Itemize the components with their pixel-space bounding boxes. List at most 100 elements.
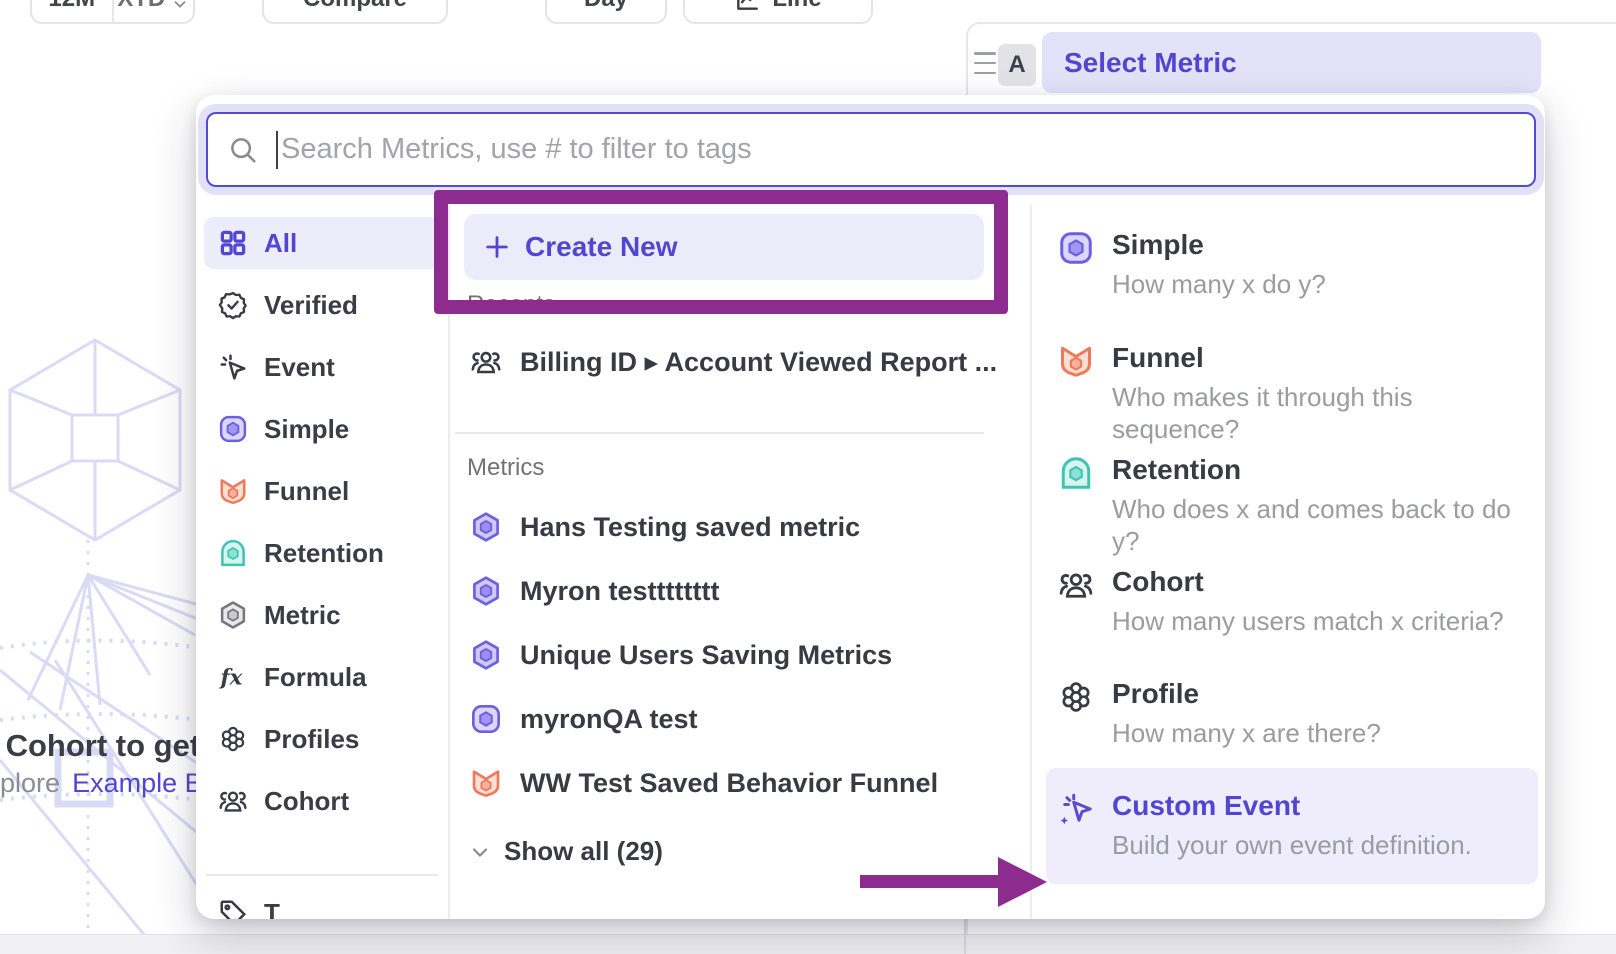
metric-list-item[interactable]: Unique Users Saving Metrics: [470, 639, 892, 671]
range-xtd-button[interactable]: XTD: [112, 0, 194, 22]
sidebar-label: Metric: [264, 600, 341, 631]
metric-item-label: myronQA test: [520, 704, 698, 735]
sidebar-item-all[interactable]: All: [204, 217, 440, 269]
saved-metric-icon: [470, 511, 502, 543]
type-title: Cohort: [1112, 565, 1504, 599]
app-root: 12M XTD Compare Day Line or Cohort to ge…: [0, 0, 1616, 954]
sidebar-item-profiles[interactable]: Profiles: [204, 713, 440, 765]
metric-list-item[interactable]: myronQA test: [470, 703, 698, 735]
metrics-header: Metrics: [467, 454, 544, 482]
date-range-group: 12M XTD: [30, 0, 195, 24]
line-label: Line: [772, 0, 821, 13]
profiles-flower-icon: [1058, 677, 1094, 749]
sidebar-label: Event: [264, 352, 335, 383]
sidebar-label: Cohort: [264, 786, 349, 817]
sidebar-label: All: [264, 228, 297, 259]
annotation-arrow: [860, 850, 1050, 914]
type-desc: Who makes it through this sequence?: [1112, 381, 1528, 445]
chart-type-line-button[interactable]: Line: [683, 0, 873, 24]
compare-button[interactable]: Compare: [262, 0, 448, 24]
range-12m-button[interactable]: 12M: [32, 0, 112, 22]
sidebar-item-formula[interactable]: fx Formula: [204, 651, 440, 703]
type-desc: How many x do y?: [1112, 268, 1326, 300]
metric-item-label: WW Test Saved Behavior Funnel: [520, 768, 938, 799]
metric-item-label: Myron testttttttt: [520, 576, 719, 607]
search-icon: [228, 135, 258, 165]
metric-item-label: Hans Testing saved metric: [520, 512, 860, 543]
sidebar-label: Formula: [264, 662, 367, 693]
sidebar-item-retention[interactable]: Retention: [204, 527, 440, 579]
svg-text:fx: fx: [219, 666, 243, 691]
sidebar-label: Funnel: [264, 476, 349, 507]
show-all-button[interactable]: Show all (29): [468, 836, 663, 867]
sidebar-item-partial[interactable]: T: [204, 887, 440, 919]
day-label: Day: [584, 0, 628, 13]
list-divider-vertical: [1030, 205, 1032, 919]
custom-event-icon: [1058, 789, 1094, 861]
type-title: Profile: [1112, 677, 1381, 711]
retention-icon: [218, 538, 248, 568]
type-desc: Who does x and comes back to do y?: [1112, 493, 1528, 557]
chevron-down-icon: [468, 840, 492, 864]
select-metric-label: Select Metric: [1064, 47, 1237, 79]
funnel-icon: [1058, 341, 1094, 445]
drag-handle-icon[interactable]: [974, 52, 996, 74]
type-desc: How many x are there?: [1112, 717, 1381, 749]
recent-item[interactable]: Billing ID ▸ Account Viewed Report ...: [470, 346, 997, 378]
metric-list-item[interactable]: Myron testttttttt: [470, 575, 719, 607]
tag-icon: [218, 898, 248, 919]
funnel-icon: [470, 767, 502, 799]
type-title: Retention: [1112, 453, 1528, 487]
formula-fx-icon: fx: [218, 662, 248, 692]
simple-metric-icon: [1058, 228, 1094, 300]
line-chart-icon: [734, 0, 760, 13]
sidebar-label: Verified: [264, 290, 358, 321]
explore-prefix: or explore: [0, 768, 60, 798]
metric-list-item[interactable]: WW Test Saved Behavior Funnel: [470, 767, 938, 799]
type-custom-event[interactable]: Custom Event Build your own event defini…: [1058, 789, 1528, 861]
search-bar[interactable]: [206, 112, 1536, 187]
sidebar-item-event[interactable]: Event: [204, 341, 440, 393]
type-title: Custom Event: [1112, 789, 1472, 823]
type-funnel[interactable]: Funnel Who makes it through this sequenc…: [1058, 341, 1528, 445]
type-profile[interactable]: Profile How many x are there?: [1058, 677, 1528, 749]
sidebar-item-metric[interactable]: Metric: [204, 589, 440, 641]
panel-divider: [964, 919, 966, 954]
saved-metric-icon: [470, 575, 502, 607]
sidebar-label: Simple: [264, 414, 349, 445]
profiles-flower-icon: [218, 724, 248, 754]
show-all-label: Show all (29): [504, 836, 663, 867]
annotation-highlight-box: [434, 190, 1008, 314]
grid-icon: [218, 228, 248, 258]
type-desc: How many users match x criteria?: [1112, 605, 1504, 637]
empty-state-illustration: [0, 330, 200, 954]
metric-row-badge: A: [998, 44, 1036, 86]
sidebar-item-funnel[interactable]: Funnel: [204, 465, 440, 517]
saved-metric-icon: [470, 639, 502, 671]
simple-metric-icon: [218, 414, 248, 444]
metric-list-item[interactable]: Hans Testing saved metric: [470, 511, 860, 543]
type-simple[interactable]: Simple How many x do y?: [1058, 228, 1528, 300]
sidebar-item-cohort[interactable]: Cohort: [204, 775, 440, 827]
compare-label: Compare: [303, 0, 407, 13]
granularity-day-button[interactable]: Day: [545, 0, 667, 24]
sidebar-divider: [206, 874, 438, 876]
recent-item-label: Billing ID ▸ Account Viewed Report ...: [520, 347, 997, 378]
cohort-people-icon: [218, 786, 248, 816]
sidebar-item-simple[interactable]: Simple: [204, 403, 440, 455]
type-retention[interactable]: Retention Who does x and comes back to d…: [1058, 453, 1528, 557]
range-xtd-label: XTD: [117, 0, 165, 13]
cohort-people-icon: [470, 346, 502, 378]
select-metric-field[interactable]: Select Metric: [1042, 32, 1541, 93]
chevron-down-icon: [171, 0, 189, 13]
verified-badge-icon: [218, 290, 248, 320]
event-cursor-icon: [218, 352, 248, 382]
sidebar-item-verified[interactable]: Verified: [204, 279, 440, 331]
search-input[interactable]: [281, 133, 1534, 166]
sidebar-label: T: [264, 898, 280, 920]
recents-metrics-divider: [455, 432, 984, 434]
retention-icon: [1058, 453, 1094, 557]
funnel-icon: [218, 476, 248, 506]
simple-metric-icon: [470, 703, 502, 735]
type-cohort[interactable]: Cohort How many users match x criteria?: [1058, 565, 1528, 637]
